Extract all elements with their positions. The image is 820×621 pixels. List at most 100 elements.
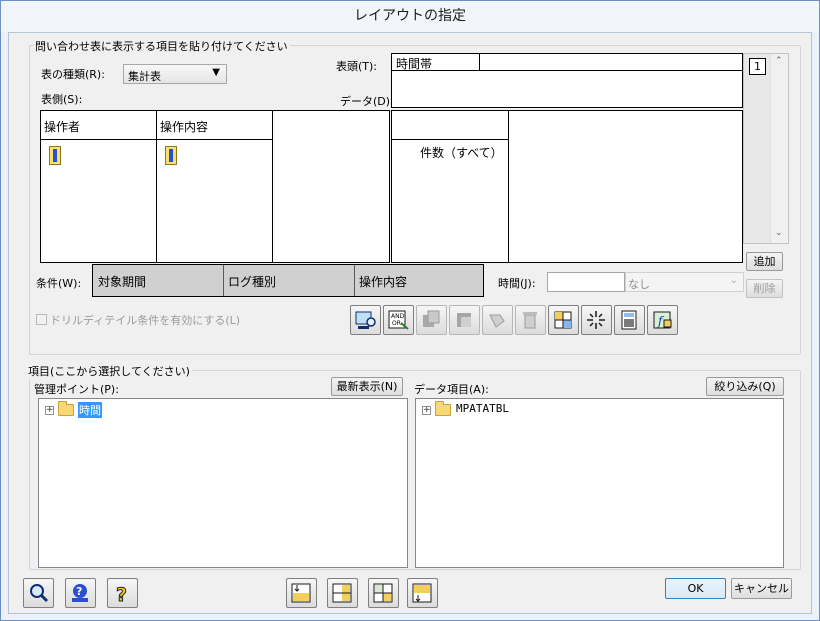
- data-label: データ(D):: [340, 95, 394, 108]
- page-number: 1: [754, 60, 761, 73]
- chevron-down-icon: ▼: [212, 67, 220, 78]
- condition-grid[interactable]: 対象期間 ログ種別 操作内容: [92, 264, 484, 297]
- insert-row-icon: [291, 583, 311, 603]
- insert-column-button[interactable]: [327, 578, 358, 608]
- search-button[interactable]: [23, 578, 54, 608]
- insert-row-above-button[interactable]: [286, 578, 317, 608]
- merge-cells-button[interactable]: [368, 578, 399, 608]
- copy-icon: [423, 310, 440, 327]
- condition-operation: 操作内容: [359, 275, 408, 289]
- function-icon: f: [653, 311, 672, 329]
- items-group-title: 項目(ここから選択してください): [26, 363, 192, 379]
- add-button[interactable]: 追加: [746, 252, 783, 271]
- svg-text:?: ?: [76, 585, 82, 598]
- grid-divider: [41, 139, 273, 140]
- help-person-icon: ?: [72, 584, 88, 602]
- condition-period: 対象期間: [98, 275, 147, 289]
- calculator-icon: [621, 310, 637, 330]
- header-label: 表頭(T):: [336, 60, 378, 73]
- table-icon: [554, 311, 572, 329]
- table-type-label: 表の種類(R):: [41, 68, 105, 81]
- drill-checkbox-label: ドリルディテイル条件を有効にする(L): [50, 314, 241, 327]
- folder-icon: [435, 401, 451, 416]
- expand-plus-icon[interactable]: +: [422, 406, 431, 415]
- data-item-label: データ項目(A):: [414, 383, 489, 396]
- header-cell-divider: [479, 54, 480, 70]
- expand-button[interactable]: [581, 305, 612, 335]
- data-item-tree[interactable]: + MPATATBL: [415, 398, 784, 568]
- paste-icon: [457, 313, 471, 327]
- sort-icon[interactable]: [165, 146, 177, 165]
- paste-button[interactable]: [449, 305, 480, 335]
- and-or-icon: ANDOR: [388, 310, 409, 330]
- grid-divider: [392, 139, 508, 140]
- tree-item-table[interactable]: MPATATBL: [456, 402, 509, 415]
- question-mark-icon: ?: [116, 584, 128, 605]
- table-type-value: 集計表: [128, 70, 161, 83]
- help-button[interactable]: ?: [65, 578, 96, 608]
- clear-button[interactable]: [482, 305, 513, 335]
- delete-button[interactable]: 削除: [746, 279, 783, 298]
- scroll-up-icon[interactable]: ⌃: [775, 56, 783, 66]
- about-button[interactable]: ?: [107, 578, 138, 608]
- data-header-field[interactable]: [391, 70, 743, 108]
- insert-row-below-icon: [412, 583, 432, 603]
- cell-split-button[interactable]: [548, 305, 579, 335]
- grid-divider: [223, 265, 224, 296]
- row-side-label: 表側(S):: [41, 93, 83, 106]
- time-label: 時間(J):: [498, 277, 536, 290]
- window-title: レイアウトの指定: [1, 1, 819, 32]
- dialog-client: 問い合わせ表に表示する項目を貼り付けてください 表の種類(R): 集計表 ▼ 表…: [8, 32, 812, 614]
- ok-button[interactable]: OK: [665, 578, 726, 599]
- row-col-operator: 操作者: [44, 120, 81, 134]
- sparkle-icon: [587, 311, 605, 329]
- view-layout-button[interactable]: [350, 305, 381, 335]
- scrollbar-track[interactable]: ⌃ ⌄: [770, 54, 788, 243]
- page-scroller[interactable]: 1 ⌃ ⌄: [743, 53, 789, 244]
- page-settings-button[interactable]: [614, 305, 645, 335]
- time-input[interactable]: [547, 272, 625, 292]
- monitor-search-icon: [355, 311, 376, 329]
- eraser-icon: [489, 314, 505, 328]
- page-number-box: 1: [749, 58, 766, 75]
- tree-item-time[interactable]: 時間: [78, 402, 102, 418]
- time-unit-value: なし: [628, 278, 650, 291]
- copy-button[interactable]: [416, 305, 447, 335]
- row-col-operation: 操作内容: [160, 120, 209, 134]
- mgmt-point-tree[interactable]: + 時間: [38, 398, 408, 568]
- mgmt-point-label: 管理ポイント(P):: [34, 383, 119, 396]
- trash-button[interactable]: [515, 305, 546, 335]
- svg-text:AND: AND: [391, 313, 405, 320]
- drill-checkbox[interactable]: [36, 314, 47, 325]
- time-unit-select[interactable]: なし ⌄: [625, 272, 744, 292]
- row-side-grid[interactable]: 操作者 操作内容: [40, 110, 390, 263]
- chevron-down-icon: ⌄: [729, 275, 738, 286]
- insert-column-icon: [332, 583, 352, 603]
- data-item: 件数（すべて）: [420, 146, 503, 160]
- refresh-button[interactable]: 最新表示(N): [331, 377, 403, 396]
- header-field[interactable]: 時間帯: [391, 53, 743, 71]
- layout-dialog: レイアウトの指定 問い合わせ表に表示する項目を貼り付けてください 表の種類(R)…: [0, 0, 820, 621]
- scroll-down-icon[interactable]: ⌄: [775, 228, 783, 238]
- trash-icon: [523, 312, 537, 329]
- insert-row-below-button[interactable]: [407, 578, 438, 608]
- cancel-button[interactable]: キャンセル: [731, 578, 792, 599]
- expand-plus-icon[interactable]: +: [45, 406, 54, 415]
- sort-icon[interactable]: [49, 146, 61, 165]
- query-group-title: 問い合わせ表に表示する項目を貼り付けてください: [33, 38, 290, 54]
- data-grid[interactable]: 件数（すべて）: [391, 110, 743, 263]
- condition-log-type: ログ種別: [228, 275, 277, 289]
- grid-divider: [156, 111, 157, 262]
- magnifier-icon: [30, 584, 49, 603]
- merge-cells-icon: [373, 583, 393, 603]
- folder-icon: [58, 401, 74, 416]
- table-type-select[interactable]: 集計表 ▼: [123, 64, 227, 84]
- filter-button[interactable]: 絞り込み(Q): [706, 377, 784, 396]
- grid-divider: [508, 111, 509, 262]
- grid-divider: [272, 111, 273, 262]
- grid-divider: [354, 265, 355, 296]
- and-or-button[interactable]: AND OR: [383, 305, 414, 335]
- function-button[interactable]: f: [647, 305, 678, 335]
- svg-text:OR: OR: [392, 320, 401, 327]
- svg-text:?: ?: [116, 584, 127, 604]
